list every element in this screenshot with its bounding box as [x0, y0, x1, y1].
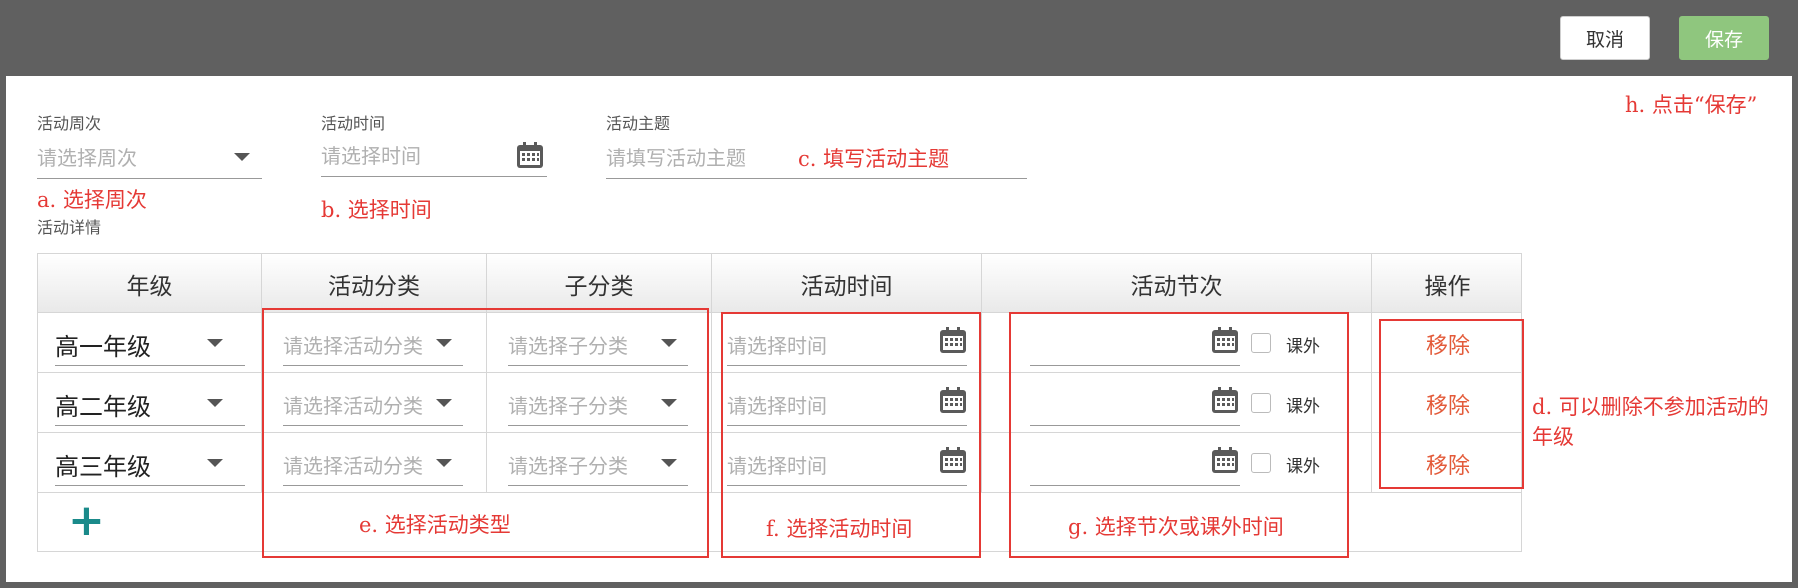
week-select[interactable]: 请选择周次 [37, 135, 262, 179]
annotation-e: e. 选择活动类型 [359, 513, 511, 537]
grade-underline [55, 365, 245, 366]
chevron-down-icon [207, 399, 223, 407]
chevron-down-icon [207, 339, 223, 347]
annotation-h: h. 点击“保存” [1625, 93, 1758, 117]
annotation-d-line1: d. 可以删除不参加活动的 [1532, 395, 1769, 419]
plus-icon[interactable]: + [68, 499, 105, 543]
grade-value: 高三年级 [55, 453, 151, 481]
table-header: 年级 活动分类 子分类 活动时间 活动节次 操作 [38, 254, 1521, 313]
header-subcategory: 子分类 [487, 254, 712, 313]
header-time: 活动时间 [712, 254, 982, 313]
chevron-down-icon [207, 459, 223, 467]
annotation-box-d [1379, 319, 1524, 489]
grade-select[interactable]: 高三年级 [55, 433, 245, 492]
header-action: 操作 [1424, 273, 1471, 300]
header-period: 活动节次 [982, 254, 1372, 313]
week-label: 活动周次 [37, 114, 102, 133]
theme-placeholder: 请填写活动主题 [606, 146, 746, 170]
time-input[interactable]: 请选择时间 [321, 133, 547, 177]
annotation-b: b. 选择时间 [321, 198, 432, 222]
cancel-button[interactable]: 取消 [1560, 16, 1650, 60]
save-button[interactable]: 保存 [1679, 16, 1769, 60]
grade-value: 高二年级 [55, 393, 151, 421]
week-placeholder: 请选择周次 [37, 146, 137, 170]
time-placeholder: 请选择时间 [321, 144, 421, 168]
header-category: 活动分类 [262, 254, 487, 313]
annotation-c: c. 填写活动主题 [798, 147, 950, 171]
calendar-icon[interactable] [516, 141, 544, 169]
header-grade: 年级 [38, 254, 262, 313]
annotation-g: g. 选择节次或课外时间 [1068, 515, 1284, 539]
grade-select[interactable]: 高一年级 [55, 313, 245, 372]
annotation-f: f. 选择活动时间 [766, 517, 913, 541]
dialog-header: 取消 保存 [0, 0, 1798, 76]
annotation-d-line2: 年级 [1532, 425, 1574, 449]
theme-label: 活动主题 [606, 114, 671, 133]
grade-underline [55, 485, 245, 486]
grade-underline [55, 425, 245, 426]
details-label: 活动详情 [37, 218, 102, 237]
grade-value: 高一年级 [55, 333, 151, 361]
grade-select[interactable]: 高二年级 [55, 373, 245, 432]
annotation-a: a. 选择周次 [37, 188, 147, 212]
chevron-down-icon [234, 153, 250, 161]
time-label: 活动时间 [321, 114, 386, 133]
